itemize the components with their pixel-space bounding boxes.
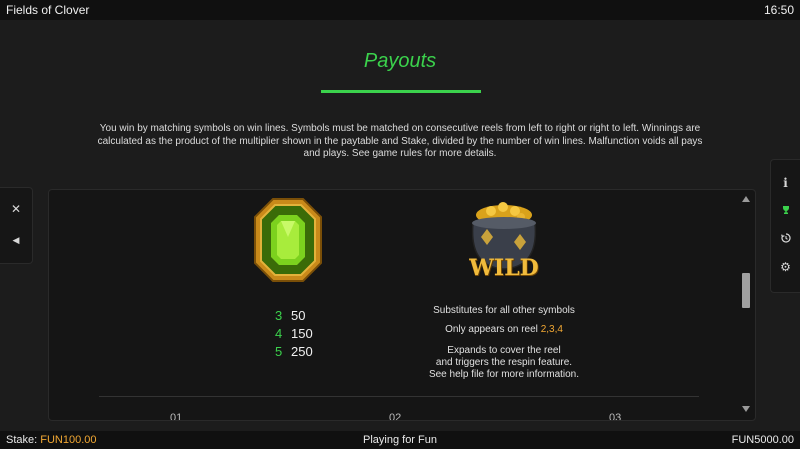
emerald-symbol — [253, 197, 323, 283]
settings-button[interactable]: ⚙ — [771, 260, 800, 274]
game-title: Fields of Clover — [6, 3, 90, 17]
payout-value: 150 — [291, 326, 313, 341]
history-icon — [780, 233, 791, 243]
scroll-down-arrow[interactable] — [742, 406, 750, 412]
match-count: 3 — [275, 308, 283, 323]
left-control-panel: ✕ ◀ — [0, 187, 33, 264]
partial-label: 03 — [609, 412, 622, 421]
gear-icon: ⚙ — [780, 260, 791, 274]
play-mode: Playing for Fun — [363, 434, 437, 446]
wild-reels-value: 2,3,4 — [540, 324, 563, 335]
info-button[interactable]: i — [771, 176, 800, 190]
scrollbar[interactable] — [741, 196, 751, 412]
back-button[interactable]: ◀ — [0, 232, 32, 246]
payout-row: 3 50 — [275, 307, 313, 325]
partial-label: 02 — [389, 412, 402, 421]
payout-value: 50 — [291, 308, 306, 323]
info-icon: i — [783, 176, 788, 190]
partial-label: 01 — [170, 412, 183, 421]
match-count: 4 — [275, 326, 283, 341]
close-button[interactable]: ✕ — [0, 202, 32, 216]
match-count: 5 — [275, 344, 283, 359]
wild-label: WILD — [469, 255, 539, 281]
scrollbar-thumb[interactable] — [742, 273, 750, 308]
wild-pot-symbol: WILD — [459, 197, 549, 289]
payout-value: 250 — [291, 344, 313, 359]
paytable-button[interactable] — [771, 204, 800, 218]
bottom-bar: Stake: FUN100.00 Playing for Fun FUN5000… — [0, 431, 800, 449]
wild-substitutes-text: Substitutes for all other symbols — [433, 305, 575, 316]
right-menu-panel: i ⚙ — [770, 159, 800, 293]
top-bar: Fields of Clover 16:50 — [0, 0, 800, 20]
payout-row: 5 250 — [275, 343, 313, 361]
payout-rules-text: You win by matching symbols on win lines… — [97, 123, 703, 159]
wild-description: Substitutes for all other symbols Only a… — [384, 305, 624, 381]
wild-help-text: See help file for more information. — [428, 369, 580, 380]
paytable-scroll-area[interactable]: WILD 3 50 4 150 5 250 Substitutes for al… — [48, 189, 756, 421]
title-underline — [321, 90, 481, 93]
section-divider — [99, 396, 699, 397]
emerald-paytable: 3 50 4 150 5 250 — [275, 307, 313, 361]
history-button[interactable] — [771, 232, 800, 246]
wild-expands-text: Expands to cover the reel — [447, 345, 561, 356]
scroll-up-arrow[interactable] — [742, 196, 750, 202]
balance: FUN5000.00 — [731, 434, 794, 446]
payout-row: 4 150 — [275, 325, 313, 343]
trophy-icon — [782, 206, 789, 214]
page-title: Payouts — [363, 50, 437, 72]
close-icon: ✕ — [10, 202, 22, 216]
clock: 16:50 — [763, 3, 794, 17]
wild-respin-text: and triggers the respin feature. — [435, 357, 573, 368]
back-icon: ◀ — [12, 235, 20, 245]
wild-reels-text: Only appears on reel 2,3,4 — [445, 324, 563, 335]
